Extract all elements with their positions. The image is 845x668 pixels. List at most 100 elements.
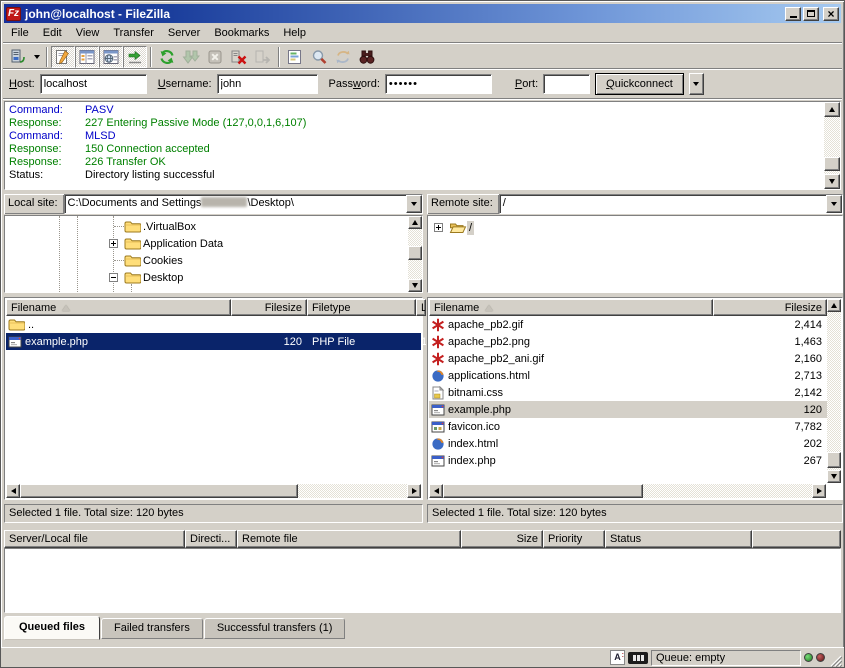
directory-filters-button[interactable] bbox=[283, 46, 307, 68]
file-row[interactable]: favicon.ico 7,782 bbox=[429, 418, 827, 435]
local-list-hscrollbar[interactable] bbox=[6, 484, 421, 498]
tree-item-application-data[interactable]: Application Data bbox=[5, 235, 225, 252]
toolbar bbox=[4, 44, 841, 69]
disconnect-button[interactable] bbox=[227, 46, 251, 68]
file-row-example-php[interactable]: example.php 120 PHP File 1 bbox=[6, 333, 421, 350]
file-row[interactable]: apache_pb2.gif 2,414 bbox=[429, 316, 827, 333]
title-bar[interactable]: Fz john@localhost - FileZilla × bbox=[4, 4, 841, 23]
scroll-right-button[interactable] bbox=[407, 484, 421, 498]
resize-grip[interactable] bbox=[828, 653, 842, 667]
directory-comparison-button[interactable] bbox=[307, 46, 331, 68]
parent-directory-row[interactable]: .. bbox=[6, 316, 421, 333]
remote-site-combo-button[interactable] bbox=[826, 195, 842, 213]
toggle-queue-button[interactable] bbox=[123, 46, 147, 68]
host-input[interactable] bbox=[40, 74, 147, 94]
remote-list-vscrollbar[interactable] bbox=[827, 299, 841, 483]
scrollbar-thumb[interactable] bbox=[20, 484, 298, 498]
remote-tree[interactable]: / bbox=[428, 216, 842, 292]
column-filesize[interactable]: Filesize bbox=[713, 299, 827, 316]
menu-help[interactable]: Help bbox=[276, 25, 313, 41]
scroll-right-button[interactable] bbox=[812, 484, 826, 498]
scroll-up-button[interactable] bbox=[408, 216, 422, 229]
cancel-operation-button[interactable] bbox=[203, 46, 227, 68]
file-row[interactable]: index.html 202 bbox=[429, 435, 827, 452]
scroll-up-icon bbox=[831, 303, 837, 308]
scroll-down-button[interactable] bbox=[827, 470, 841, 483]
local-tree[interactable]: .VirtualBox Application Data Cookies Des… bbox=[5, 216, 408, 292]
column-remote-file[interactable]: Remote file bbox=[237, 530, 461, 548]
file-row[interactable]: index.php 267 bbox=[429, 452, 827, 469]
menu-view[interactable]: View bbox=[69, 25, 107, 41]
column-size[interactable]: Size bbox=[461, 530, 543, 548]
tree-item-virtualbox[interactable]: .VirtualBox bbox=[5, 218, 198, 235]
scroll-right-icon bbox=[412, 488, 417, 494]
column-filename[interactable]: Filename bbox=[429, 299, 713, 316]
tab-failed-transfers[interactable]: Failed transfers bbox=[101, 618, 203, 639]
column-status[interactable]: Status bbox=[605, 530, 752, 548]
toggle-message-log-button[interactable] bbox=[51, 46, 75, 68]
column-server-local-file[interactable]: Server/Local file bbox=[4, 530, 185, 548]
file-row[interactable]: applications.html 2,713 bbox=[429, 367, 827, 384]
column-filename[interactable]: Filename bbox=[6, 299, 231, 316]
scroll-left-button[interactable] bbox=[429, 484, 443, 498]
menu-transfer[interactable]: Transfer bbox=[106, 25, 161, 41]
site-manager-dropdown[interactable] bbox=[30, 46, 43, 68]
tab-queued-files[interactable]: Queued files bbox=[4, 616, 100, 640]
queue-list[interactable] bbox=[4, 548, 841, 613]
scrollbar-thumb[interactable] bbox=[408, 246, 422, 260]
minimize-button[interactable] bbox=[785, 7, 801, 21]
local-tree-scrollbar[interactable] bbox=[408, 216, 422, 292]
remote-list-hscrollbar[interactable] bbox=[429, 484, 826, 498]
column-empty[interactable] bbox=[752, 530, 841, 548]
file-row-selected[interactable]: example.php 120 bbox=[429, 401, 827, 418]
username-input[interactable] bbox=[217, 74, 318, 94]
port-input[interactable] bbox=[543, 74, 590, 94]
scroll-down-button[interactable] bbox=[408, 279, 422, 292]
scrollbar-thumb[interactable] bbox=[443, 484, 643, 498]
quickconnect-dropdown[interactable] bbox=[689, 73, 704, 95]
site-manager-button[interactable] bbox=[6, 46, 30, 68]
collapse-minus-icon[interactable] bbox=[109, 273, 118, 282]
column-last-modified[interactable]: L bbox=[416, 299, 426, 316]
synchronized-browsing-button[interactable] bbox=[331, 46, 355, 68]
reconnect-button[interactable] bbox=[251, 46, 275, 68]
find-files-button[interactable] bbox=[355, 46, 379, 68]
scroll-left-button[interactable] bbox=[6, 484, 20, 498]
local-site-combo[interactable]: C:\Documents and Settings\Desktop\ bbox=[64, 194, 423, 214]
quickconnect-button[interactable]: Quickconnect bbox=[595, 73, 684, 95]
scrollbar-thumb[interactable] bbox=[824, 157, 840, 171]
menu-bookmarks[interactable]: Bookmarks bbox=[207, 25, 276, 41]
toolbar-separator bbox=[46, 47, 48, 67]
menu-edit[interactable]: Edit bbox=[36, 25, 69, 41]
scroll-down-button[interactable] bbox=[824, 174, 840, 189]
expand-plus-icon[interactable] bbox=[109, 239, 118, 248]
remote-site-combo[interactable]: / bbox=[499, 194, 843, 214]
tree-item-root[interactable]: / bbox=[428, 219, 474, 236]
log-scrollbar[interactable] bbox=[824, 102, 840, 189]
column-filesize[interactable]: Filesize bbox=[231, 299, 307, 316]
column-priority[interactable]: Priority bbox=[543, 530, 605, 548]
process-queue-button[interactable] bbox=[179, 46, 203, 68]
refresh-button[interactable] bbox=[155, 46, 179, 68]
close-button[interactable]: × bbox=[823, 7, 839, 21]
column-filetype[interactable]: Filetype bbox=[307, 299, 416, 316]
maximize-button[interactable] bbox=[803, 7, 819, 21]
menu-server[interactable]: Server bbox=[161, 25, 207, 41]
tree-item-desktop[interactable]: Desktop bbox=[5, 269, 185, 286]
menu-file[interactable]: File bbox=[4, 25, 36, 41]
column-direction[interactable]: Directi... bbox=[185, 530, 237, 548]
scrollbar-thumb[interactable] bbox=[827, 452, 841, 468]
password-input[interactable] bbox=[385, 74, 492, 94]
tree-item-cookies[interactable]: Cookies bbox=[5, 252, 185, 269]
scroll-up-button[interactable] bbox=[827, 299, 841, 312]
expand-plus-icon[interactable] bbox=[434, 223, 443, 232]
file-row[interactable]: apache_pb2_ani.gif 2,160 bbox=[429, 350, 827, 367]
toggle-local-tree-button[interactable] bbox=[75, 46, 99, 68]
reconnect-icon bbox=[254, 48, 272, 66]
local-site-combo-button[interactable] bbox=[406, 195, 422, 213]
file-row[interactable]: bitnami.css 2,142 bbox=[429, 384, 827, 401]
tab-successful-transfers[interactable]: Successful transfers (1) bbox=[204, 618, 346, 639]
toggle-remote-tree-button[interactable] bbox=[99, 46, 123, 68]
scroll-up-button[interactable] bbox=[824, 102, 840, 117]
file-row[interactable]: apache_pb2.png 1,463 bbox=[429, 333, 827, 350]
